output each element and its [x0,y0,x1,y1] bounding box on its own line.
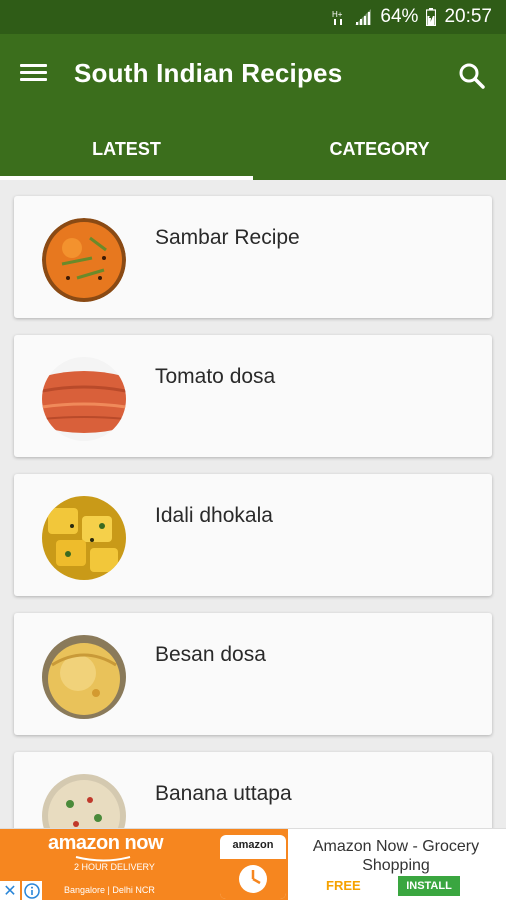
tab-latest[interactable]: LATEST [0,118,253,180]
menu-icon [20,64,47,67]
ad-creative[interactable]: amazon now 2 HOUR DELIVERY Bangalore | D… [0,829,288,900]
recipe-title: Tomato dosa [155,365,276,388]
recipe-card-sambar[interactable]: Sambar Recipe [14,196,492,318]
app-bar: South Indian Recipes LATEST CATEGORY [0,34,506,180]
ad-brand-logo: amazon now [48,832,164,854]
recipe-title: Banana uttapa [155,782,292,805]
clock: 20:57 [444,6,492,27]
ad-banner[interactable]: amazon now 2 HOUR DELIVERY Bangalore | D… [0,828,506,900]
ad-price: FREE [326,878,361,893]
search-icon [459,63,485,89]
recipe-card-banana-uttapam[interactable]: Banana uttapa [14,752,492,828]
recipe-title: Idali dhokala [155,504,273,527]
svg-text:H+: H+ [332,10,343,19]
install-button[interactable]: INSTALL [398,876,460,896]
recipe-thumbnail-idli-dhokla [42,496,126,580]
info-icon[interactable] [22,881,42,900]
recipe-card-besan-dosa[interactable]: Besan dosa [14,613,492,735]
recipe-list[interactable]: Sambar Recipe Tomato dosa Idali dhokala … [0,180,506,828]
status-bar: H+ 64% 20:57 [0,0,506,34]
toolbar: South Indian Recipes [0,34,506,118]
tab-category[interactable]: CATEGORY [253,118,506,180]
ad-app-icon: amazon [220,835,286,899]
clock-icon [239,865,267,893]
recipe-card-idli-dhokla[interactable]: Idali dhokala [14,474,492,596]
ad-cities: Bangalore | Delhi NCR [64,885,155,895]
recipe-thumbnail-tomato-dosa [42,357,126,441]
cell-signal-icon [354,8,372,26]
tab-bar: LATEST CATEGORY [0,118,506,180]
app-title: South Indian Recipes [74,58,343,88]
recipe-thumbnail-banana-uttapam [42,774,126,828]
recipe-thumbnail-sambar [42,218,126,302]
data-signal-icon: H+ [332,8,346,26]
recipe-card-tomato-dosa[interactable]: Tomato dosa [14,335,492,457]
ad-tagline: 2 HOUR DELIVERY [74,862,155,872]
ad-title[interactable]: Amazon Now - Grocery Shopping [296,837,496,875]
menu-button[interactable] [18,60,50,92]
close-icon[interactable]: ✕ [0,881,20,900]
recipe-title: Besan dosa [155,643,266,666]
search-button[interactable] [456,60,488,92]
recipe-thumbnail-besan-dosa [42,635,126,719]
battery-icon [426,8,437,26]
recipe-title: Sambar Recipe [155,226,300,249]
battery-percent: 64% [380,6,419,27]
